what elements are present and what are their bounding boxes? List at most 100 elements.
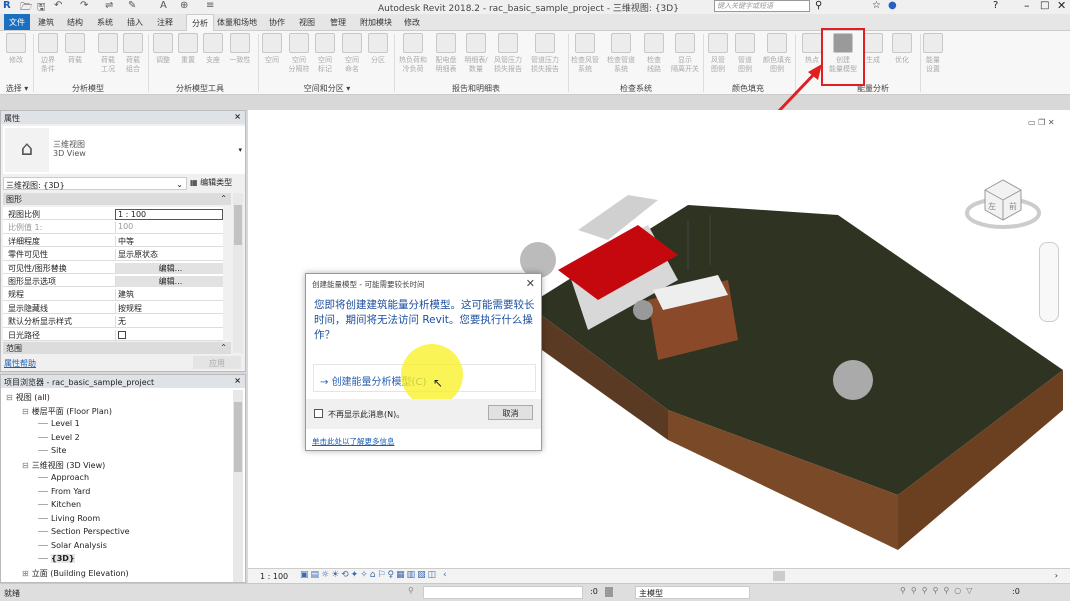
tree-item[interactable]: From Yard [38,487,90,496]
qat-button[interactable]: ✎ [128,0,136,11]
workset-select[interactable] [423,586,583,599]
tree-item[interactable]: ⊟ 视图 (all) [6,392,50,403]
horizontal-scrollbar[interactable] [773,571,785,581]
ribbon-button[interactable]: 空间 标记 [310,33,340,74]
qat-button[interactable]: R [3,0,11,11]
dialog-close-button[interactable]: ✕ [526,277,535,290]
qat-button[interactable]: ⇌ [105,0,113,11]
tree-item[interactable]: Site [38,446,66,455]
properties-scrollbar[interactable] [233,193,243,353]
property-value[interactable]: 中等 [115,235,223,247]
browser-scrollbar[interactable] [233,390,243,582]
tree-item[interactable]: Kitchen [38,500,81,509]
tree-item[interactable]: ⊟ 楼层平面 (Floor Plan) [22,406,112,417]
sun-path-checkbox[interactable] [118,330,126,339]
tab-1[interactable]: 建筑 [38,17,54,28]
ribbon-button[interactable]: 风管压力 损失报告 [493,33,523,74]
ribbon-button[interactable]: 配电盘 明细表 [431,33,461,74]
tab-2[interactable]: 结构 [67,17,83,28]
edit-type-button[interactable]: ▦ 编辑类型 [190,177,232,188]
tree-item[interactable]: ⊞ 立面 (Building Elevation) [22,568,129,579]
ribbon-button[interactable]: 检查管道 系统 [606,33,636,74]
tab-0[interactable]: 文件 [4,14,30,30]
tree-item[interactable]: Level 2 [38,433,80,442]
section-range[interactable]: 范围 ⌃ [3,342,231,354]
tree-item[interactable]: Section Perspective [38,527,130,536]
property-value[interactable]: 按规程 [115,302,223,314]
close-button[interactable]: ✕ [1057,0,1066,12]
viewcube-front-face[interactable]: 前 [1009,201,1017,212]
ribbon-button[interactable]: 一致性 [225,33,255,65]
tree-item[interactable]: Level 1 [38,419,80,428]
ribbon-button[interactable]: 分区 [363,33,393,65]
user-icon[interactable]: ● [888,0,897,11]
section-graphics[interactable]: 图形 ⌃ [3,193,231,205]
tab-7[interactable]: 体量和场地 [217,17,257,28]
type-selector[interactable]: ⌂ 三维视图 3D View ▾ [3,126,245,174]
property-value[interactable]: 显示原状态 [115,249,223,261]
apply-button[interactable]: 应用 [193,356,241,369]
view-scale[interactable]: 1 : 100 [260,572,288,581]
close-icon[interactable]: × [234,376,241,385]
scroll-right-icon[interactable]: › [1055,571,1058,580]
ribbon-button[interactable]: 荷载 组合 [118,33,148,74]
ribbon-button[interactable]: 风管 图例 [703,33,733,74]
viewcube[interactable]: 左 前 [963,165,1043,235]
learn-more-link[interactable]: 单击此处以了解更多信息 [312,436,395,447]
tab-10[interactable]: 管理 [330,17,346,28]
viewcube-left-face[interactable]: 左 [988,201,996,212]
minimize-button[interactable]: – [1024,0,1030,12]
close-icon[interactable]: × [234,112,241,121]
property-value[interactable]: 建筑 [115,289,223,301]
ribbon-button[interactable]: 优化 [887,33,917,65]
tab-3[interactable]: 系统 [97,17,113,28]
tab-12[interactable]: 修改 [404,17,420,28]
tab-5[interactable]: 注释 [157,17,173,28]
tab-4[interactable]: 插入 [127,17,143,28]
expand-toggle-icon[interactable]: ⊟ [22,461,29,470]
tab-9[interactable]: 视图 [299,17,315,28]
selection-filter-icons[interactable]: ⚲⚲⚲⚲⚲○▽ [900,586,977,595]
design-option-select[interactable]: 主模型 [635,586,750,599]
qat-button[interactable]: ≡ [206,0,214,11]
edit-button[interactable]: 编辑... [115,262,223,274]
qat-button[interactable]: ⊕ [180,0,188,11]
qat-button[interactable]: ↷ [80,0,88,11]
view-control-icons[interactable]: ▣▤☼☀⟲✦✧⌂⚐♀▦▥▧◫ ‹ [300,570,449,580]
tab-11[interactable]: 附加模块 [360,17,392,28]
ribbon-button[interactable]: 荷载 [60,33,90,65]
edit-button[interactable]: 编辑... [115,276,223,287]
ribbon-button[interactable]: 管道 图例 [730,33,760,74]
instance-selector[interactable]: 三维视图: {3D} ⌄ [3,177,187,190]
expand-toggle-icon[interactable]: ⊞ [22,569,29,578]
binoculars-icon[interactable]: ⚲ [815,0,822,11]
ribbon-button[interactable]: 边界 条件 [33,33,63,74]
ribbon-button[interactable]: 管道压力 损失报告 [530,33,560,74]
tab-6[interactable]: 分析 [186,14,214,31]
ribbon-button[interactable]: 能量 设置 [918,33,948,74]
property-value[interactable] [115,329,223,341]
qat-button[interactable]: ↶ [54,0,62,11]
ribbon-button[interactable]: 检查 线路 [639,33,669,74]
properties-help-link[interactable]: 属性帮助 [4,358,36,369]
star-icon[interactable]: ☆ [872,0,881,11]
tree-item[interactable]: Solar Analysis [38,541,107,550]
ribbon-button[interactable]: 显示 隔离开关 [670,33,700,74]
help-icon[interactable]: ? [993,0,998,11]
ribbon-button[interactable]: 空间 [257,33,287,65]
expand-toggle-icon[interactable]: ⊟ [6,393,13,402]
ribbon-button[interactable]: 明细表/数量 [461,33,491,74]
ribbon-button[interactable]: 修改 [1,33,31,65]
dont-show-checkbox[interactable] [314,409,323,418]
property-value[interactable]: 1 : 100 [115,209,223,220]
tree-item[interactable]: {3D} [38,554,75,563]
search-input[interactable]: 键入关键字或短语 [714,0,810,12]
navigation-bar[interactable] [1039,242,1059,322]
qat-button[interactable]: A [160,0,167,11]
tree-item[interactable]: Living Room [38,514,100,523]
ribbon-button[interactable]: 热负荷和 冷负荷 [398,33,428,74]
property-value[interactable]: 无 [115,316,223,328]
tree-item[interactable]: ⊟ 三维视图 (3D View) [22,460,105,471]
tree-item[interactable]: Approach [38,473,89,482]
ribbon-button[interactable]: 检查风管 系统 [570,33,600,74]
